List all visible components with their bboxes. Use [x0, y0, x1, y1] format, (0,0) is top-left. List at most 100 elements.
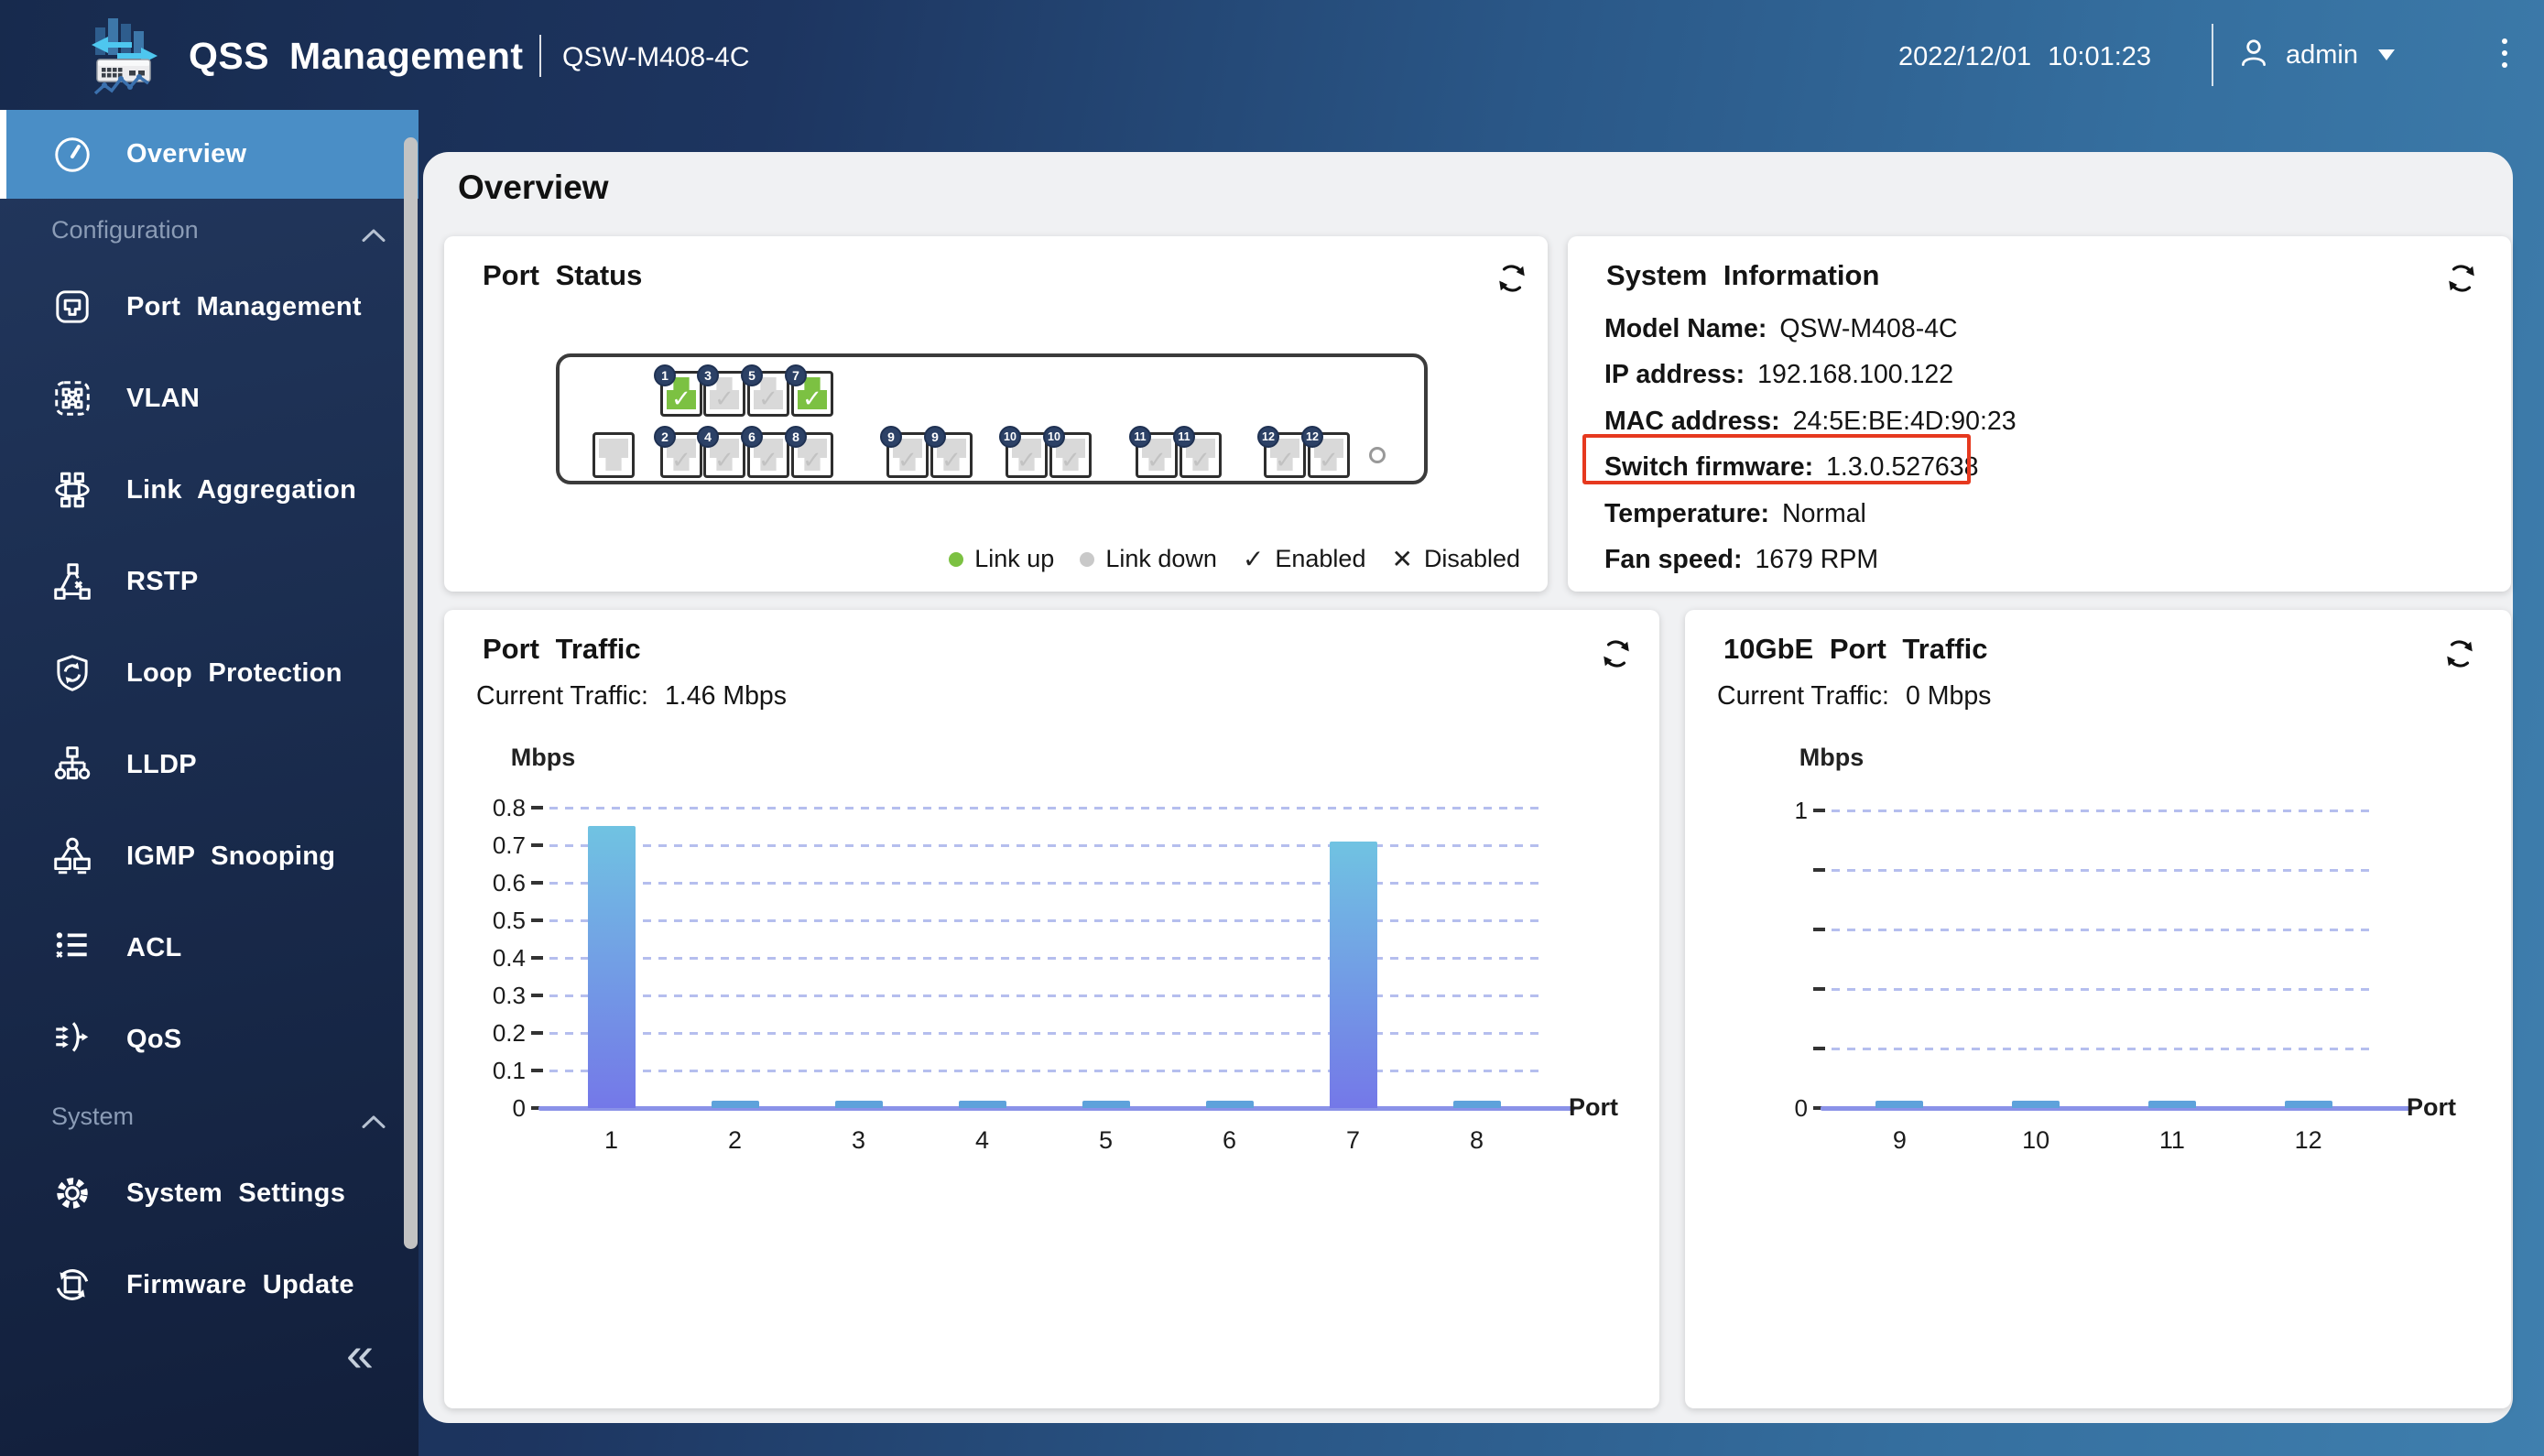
y-tick: [531, 956, 543, 960]
x-tick-label: 6: [1222, 1126, 1237, 1154]
y-tick-label: 0: [512, 1094, 526, 1122]
refresh-icon[interactable]: [2445, 262, 2478, 295]
sidebar-item-qos[interactable]: QoS: [0, 994, 419, 1085]
bar-port-7: [1329, 842, 1377, 1108]
y-tick: [1813, 1106, 1825, 1110]
gridline: [1832, 809, 2376, 812]
y-tick-label: 0.4: [492, 944, 526, 972]
sidebar-item-label: Link Aggregation: [126, 474, 357, 505]
sidebar-item-acl[interactable]: ACL: [0, 902, 419, 994]
port-number-badge: 10: [999, 426, 1021, 448]
refresh-icon[interactable]: [2443, 637, 2476, 670]
qss-management-app: QSS Management QSW-M408-4C 2022/12/01 10…: [0, 0, 2544, 1456]
port-number-badge: 4: [697, 426, 719, 448]
port-9: ✓ 9: [880, 426, 929, 478]
sidebar: Overview Configuration Port Management VLAN…: [0, 110, 419, 1456]
sidebar-item-igmp-snooping[interactable]: IGMP Snooping: [0, 810, 419, 902]
port-number-badge: 1: [654, 364, 676, 386]
sidebar-item-label: System Settings: [126, 1178, 346, 1208]
sidebar-item-label: VLAN: [126, 383, 201, 413]
vlan-icon: [51, 377, 93, 419]
sidebar-item-overview[interactable]: Overview: [0, 110, 419, 199]
y-tick: [531, 843, 543, 847]
port-number-badge: 8: [785, 426, 807, 448]
port-9: ✓ 9: [924, 426, 973, 478]
x-tick-label: 1: [603, 1126, 619, 1154]
sidebar-item-vlan[interactable]: VLAN: [0, 353, 419, 444]
port-1: ✓ 1: [654, 364, 702, 417]
bar-port-2: [711, 1101, 759, 1108]
bar-port-8: [1452, 1101, 1501, 1108]
page-title: Overview: [458, 168, 609, 206]
refresh-icon[interactable]: [1600, 637, 1633, 670]
sidebar-item-system-settings[interactable]: System Settings: [0, 1147, 419, 1239]
info-label: MAC address:: [1604, 406, 1780, 436]
tengbe-port-traffic-chart: Mbps 0 1 9 10 11 12 Port: [1685, 610, 2511, 1408]
current-traffic: Current Traffic: 0 Mbps: [1717, 681, 1992, 711]
port-traffic-card: Port Traffic Current Traffic: 1.46 Mbps …: [444, 610, 1659, 1408]
datetime: 2022/12/01 10:01:23: [1898, 42, 2151, 72]
qss-logo-icon: [79, 9, 170, 101]
system-info-row: Model Name: QSW-M408-4C: [1604, 306, 1958, 352]
sidebar-item-rstp[interactable]: RSTP: [0, 536, 419, 627]
x-axis: [1821, 1106, 2413, 1111]
x-tick-label: 5: [1098, 1126, 1114, 1154]
gridline: [549, 844, 1538, 847]
info-label: Fan speed:: [1604, 545, 1743, 574]
sidebar-section-system[interactable]: System: [0, 1085, 419, 1147]
gridline: [1832, 988, 2376, 991]
refresh-icon[interactable]: [1495, 262, 1528, 295]
x-tick-label: 4: [974, 1126, 990, 1154]
sidebar-item-label: IGMP Snooping: [126, 841, 336, 871]
system-info-row: Switch firmware: 1.3.0.527638: [1604, 445, 1978, 491]
current-traffic: Current Traffic: 1.46 Mbps: [476, 681, 788, 711]
tengbe-port-traffic-card: 10GbE Port Traffic Current Traffic: 0 Mb…: [1685, 610, 2511, 1408]
rstp-icon: [51, 560, 93, 603]
y-tick-label: 0.2: [492, 1019, 526, 1047]
card-title: System Information: [1606, 259, 1880, 291]
port-4: ✓ 4: [697, 426, 745, 478]
port-5: ✓ 5: [741, 364, 789, 417]
y-tick: [531, 994, 543, 997]
lldp-icon: [51, 744, 93, 786]
legend-item: Link up: [949, 545, 1054, 573]
port-number-badge: 9: [924, 426, 946, 448]
info-label: IP address:: [1604, 360, 1745, 389]
bar-port-10: [2012, 1101, 2060, 1108]
bar-port-11: [2147, 1101, 2196, 1108]
legend-label: Disabled: [1423, 545, 1520, 572]
collapse-sidebar-icon[interactable]: «: [346, 1330, 374, 1379]
port-10: ✓ 10: [999, 426, 1048, 478]
sidebar-item-label: Overview: [126, 139, 247, 168]
port-icon: [51, 286, 93, 328]
sidebar-item-loop-protection[interactable]: Loop Protection: [0, 627, 419, 719]
section-label: System: [51, 1102, 135, 1130]
bar-port-3: [834, 1101, 883, 1108]
header-divider: [2212, 24, 2213, 86]
gridline: [1832, 1048, 2376, 1050]
user-menu[interactable]: admin: [2236, 27, 2395, 82]
sidebar-section-configuration[interactable]: Configuration: [0, 199, 419, 261]
port-2: ✓ 2: [654, 426, 702, 478]
bar-port-9: [1875, 1101, 1924, 1108]
bar-port-6: [1205, 1101, 1254, 1108]
sidebar-item-port-management[interactable]: Port Management: [0, 261, 419, 353]
device-model: QSW-M408-4C: [562, 42, 750, 72]
sidebar-item-link-aggregation[interactable]: Link Aggregation: [0, 444, 419, 536]
gridline: [549, 1032, 1538, 1035]
info-label: Switch firmware:: [1604, 452, 1814, 482]
sidebar-scrollbar[interactable]: [404, 137, 418, 1249]
port-number-badge: 7: [785, 364, 807, 386]
more-menu-icon[interactable]: [2498, 35, 2511, 71]
sidebar-item-lldp[interactable]: LLDP: [0, 719, 419, 810]
sidebar-item-label: Port Management: [126, 291, 362, 321]
y-tick: [1813, 987, 1825, 991]
port-8: ✓ 8: [785, 426, 833, 478]
sidebar-item-firmware-update[interactable]: Firmware Update: [0, 1239, 419, 1331]
sidebar-item-label: QoS: [126, 1024, 182, 1054]
qos-icon: [51, 1018, 93, 1060]
y-tick: [531, 918, 543, 922]
y-tick-label: 0.5: [492, 907, 526, 934]
chevron-down-icon: [2378, 49, 2395, 60]
legend-dot-icon: [1080, 551, 1095, 567]
